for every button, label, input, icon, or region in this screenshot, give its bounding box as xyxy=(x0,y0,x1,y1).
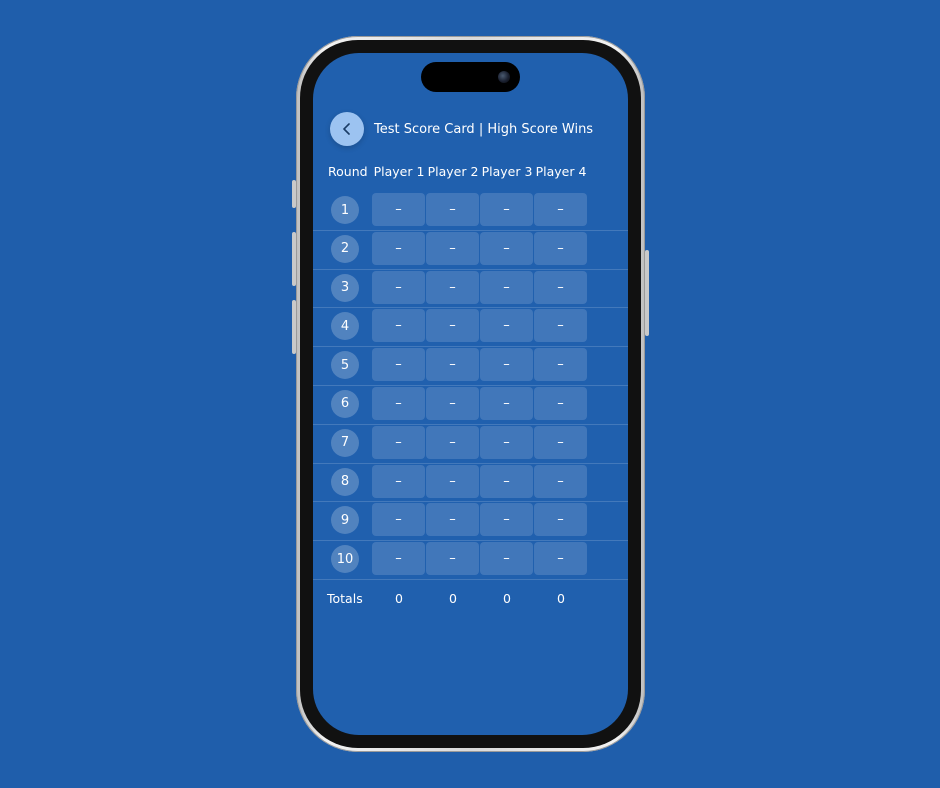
score-rows: 1– – – –2– – – –3– – – –4– – – –5– – – –6– – – –7– – – –8– – – –… xyxy=(313,192,628,580)
score-cell-player-1[interactable]: – xyxy=(372,309,425,343)
score-cell-player-1[interactable]: – xyxy=(372,231,425,265)
score-cell-player-3[interactable]: – xyxy=(480,425,533,459)
score-cell-player-1[interactable]: – xyxy=(372,386,425,420)
table-row: 6– – – – xyxy=(313,386,628,425)
camera-icon xyxy=(498,71,510,83)
total-player-2: 0 xyxy=(449,591,457,606)
score-cell-player-2[interactable]: – xyxy=(426,425,479,459)
table-row: 7– – – – xyxy=(313,425,628,464)
score-cell-player-3[interactable]: – xyxy=(480,231,533,265)
score-cell-player-2[interactable]: – xyxy=(426,542,479,576)
phone-device: Test Score Card | High Score Wins Round … xyxy=(292,36,649,752)
score-cell-player-4[interactable]: – xyxy=(534,503,587,537)
score-cell-player-3[interactable]: – xyxy=(480,348,533,382)
column-header-player-3: Player 3 xyxy=(481,164,533,179)
score-cell-player-3[interactable]: – xyxy=(480,193,533,226)
column-header-player-1: Player 1 xyxy=(373,164,425,179)
table-row: 10– – – – xyxy=(313,541,628,580)
volume-up-button xyxy=(292,232,296,286)
score-cell-player-3[interactable]: – xyxy=(480,309,533,343)
header: Test Score Card | High Score Wins xyxy=(330,112,593,146)
score-cell-player-1[interactable]: – xyxy=(372,425,425,459)
app-screen: Test Score Card | High Score Wins Round … xyxy=(313,53,628,735)
round-number-badge: 10 xyxy=(331,545,359,574)
table-row: 8– – – – xyxy=(313,464,628,503)
score-cell-player-4[interactable]: – xyxy=(534,425,587,459)
score-cell-player-3[interactable]: – xyxy=(480,386,533,420)
round-number-badge: 1 xyxy=(331,196,359,224)
score-cell-player-2[interactable]: – xyxy=(426,193,479,226)
score-cell-player-2[interactable]: – xyxy=(426,348,479,382)
score-cell-player-2[interactable]: – xyxy=(426,270,479,304)
score-cell-player-3[interactable]: – xyxy=(480,542,533,576)
score-cell-player-3[interactable]: – xyxy=(480,270,533,304)
table-row: 2– – – – xyxy=(313,231,628,270)
column-header-player-2: Player 2 xyxy=(427,164,479,179)
total-player-3: 0 xyxy=(503,591,511,606)
score-cell-player-1[interactable]: – xyxy=(372,348,425,382)
totals-label: Totals xyxy=(327,591,363,606)
round-number-badge: 2 xyxy=(331,234,359,263)
score-cell-player-3[interactable]: – xyxy=(480,464,533,498)
score-cell-player-1[interactable]: – xyxy=(372,503,425,537)
total-player-4: 0 xyxy=(557,591,565,606)
back-button[interactable] xyxy=(330,112,364,146)
score-cell-player-4[interactable]: – xyxy=(534,309,587,343)
table-row: 4– – – – xyxy=(313,308,628,348)
score-cell-player-1[interactable]: – xyxy=(372,542,425,576)
table-row: 5– – – – xyxy=(313,347,628,386)
round-number-badge: 9 xyxy=(331,506,359,535)
total-player-1: 0 xyxy=(395,591,403,606)
power-button xyxy=(645,250,649,336)
table-row: 9– – – – xyxy=(313,502,628,542)
score-cell-player-4[interactable]: – xyxy=(534,231,587,265)
score-cell-player-2[interactable]: – xyxy=(426,386,479,420)
table-row: 3– – – – xyxy=(313,270,628,309)
score-cell-player-1[interactable]: – xyxy=(372,464,425,498)
dynamic-island xyxy=(421,62,520,92)
page-title: Test Score Card | High Score Wins xyxy=(374,121,594,137)
score-cell-player-2[interactable]: – xyxy=(426,309,479,343)
round-number-badge: 7 xyxy=(331,428,359,457)
volume-down-button xyxy=(292,300,296,354)
round-number-badge: 4 xyxy=(331,312,359,341)
action-button xyxy=(292,180,296,208)
score-cell-player-4[interactable]: – xyxy=(534,386,587,420)
score-cell-player-4[interactable]: – xyxy=(534,193,587,226)
round-number-badge: 6 xyxy=(331,389,359,418)
round-number-badge: 8 xyxy=(331,467,359,496)
column-header-player-4: Player 4 xyxy=(535,164,587,179)
round-number-badge: 5 xyxy=(331,351,359,380)
score-cell-player-2[interactable]: – xyxy=(426,231,479,265)
score-cell-player-4[interactable]: – xyxy=(534,464,587,498)
score-cell-player-4[interactable]: – xyxy=(534,270,587,304)
table-row: 1– – – – xyxy=(313,192,628,231)
score-cell-player-2[interactable]: – xyxy=(426,464,479,498)
score-cell-player-3[interactable]: – xyxy=(480,503,533,537)
score-cell-player-2[interactable]: – xyxy=(426,503,479,537)
score-cell-player-4[interactable]: – xyxy=(534,542,587,576)
totals-row: Totals 0 0 0 0 xyxy=(313,591,628,609)
chevron-left-icon xyxy=(343,123,350,135)
score-cell-player-4[interactable]: – xyxy=(534,348,587,382)
round-number-badge: 3 xyxy=(331,273,359,302)
score-cell-player-1[interactable]: – xyxy=(372,193,425,226)
score-cell-player-1[interactable]: – xyxy=(372,270,425,304)
column-headers: Round Player 1 Player 2 Player 3 Player … xyxy=(313,164,628,182)
column-header-round: Round xyxy=(328,164,368,179)
